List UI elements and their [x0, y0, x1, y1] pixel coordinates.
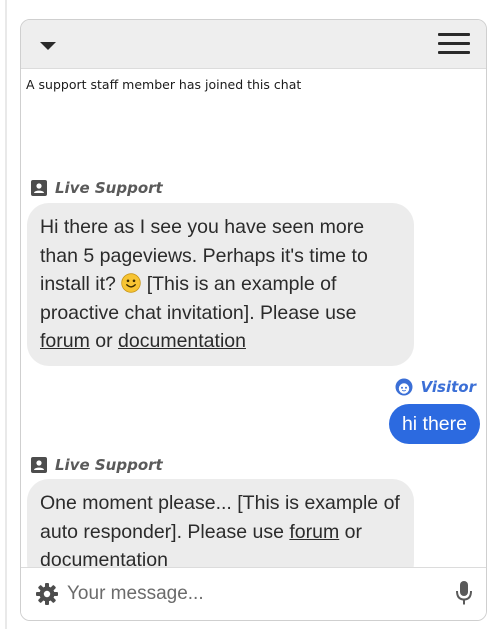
message-list[interactable]: A support staff member has joined this c… — [21, 69, 486, 585]
voice-message-button[interactable] — [454, 579, 474, 607]
operator-icon — [31, 180, 47, 196]
microphone-icon — [456, 581, 472, 605]
caret-down-icon — [40, 42, 56, 50]
sender-name: Visitor — [420, 378, 476, 396]
documentation-link[interactable]: documentation — [118, 330, 246, 352]
sender-name: Live Support — [55, 456, 163, 474]
hamburger-menu-icon — [438, 33, 470, 54]
operator-icon — [31, 457, 47, 473]
sender-live-support: Live Support — [31, 179, 163, 197]
forum-link[interactable]: forum — [40, 330, 90, 352]
message-composer — [21, 567, 486, 620]
chat-header — [21, 20, 486, 69]
chat-widget: A support staff member has joined this c… — [20, 19, 487, 621]
collapse-button[interactable] — [36, 34, 62, 56]
page-left-edge — [5, 0, 7, 629]
sender-live-support: Live Support — [31, 456, 163, 474]
sender-visitor: Visitor — [395, 378, 476, 396]
smiley-emoji — [121, 273, 141, 293]
message-text: or — [344, 520, 362, 543]
visitor-avatar-icon — [395, 378, 413, 396]
visitor-message: hi there — [388, 404, 480, 444]
sender-name: Live Support — [55, 179, 163, 197]
operator-message: Hi there as I see you have seen more tha… — [27, 203, 414, 366]
forum-link[interactable]: forum — [289, 521, 339, 543]
message-input[interactable] — [67, 578, 437, 610]
gear-icon — [36, 583, 58, 605]
system-notice: A support staff member has joined this c… — [26, 77, 302, 92]
menu-button[interactable] — [436, 30, 472, 58]
settings-button[interactable] — [35, 582, 59, 606]
message-text: or — [95, 330, 113, 352]
